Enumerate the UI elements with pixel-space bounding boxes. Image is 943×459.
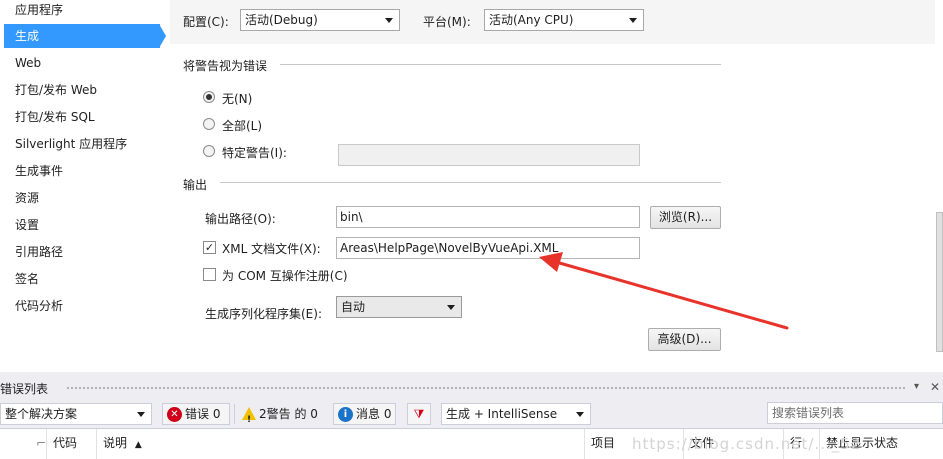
toolbar-separator (234, 404, 235, 424)
warnings-count-label: 2警告 的 0 (259, 407, 318, 421)
errors-filter-button[interactable]: ✕ 错误 0 (162, 403, 230, 425)
info-icon: i (338, 407, 353, 422)
errors-count-label: 错误 0 (185, 407, 221, 421)
column-code[interactable]: 代码 (46, 429, 96, 459)
column-icon[interactable] (0, 429, 30, 459)
chevron-down-icon (137, 412, 145, 417)
scope-dropdown[interactable]: 整个解决方案 (0, 403, 152, 425)
error-icon: ✕ (167, 407, 182, 422)
watermark-text: https://blog.csdn.net/..._52 (632, 435, 862, 453)
chevron-down-icon (576, 412, 584, 417)
error-list-title: 错误列表 (0, 382, 49, 396)
column-description[interactable]: 说明 ▲ (96, 429, 584, 459)
build-filter-value: 生成 + IntelliSense (446, 407, 558, 421)
titlebar-grip (66, 386, 906, 390)
sort-ascending-icon: ▲ (134, 440, 142, 450)
error-list-panel: 错误列表 ▾ ✕ 整个解决方案 ✕ 错误 0 ! 2警告 的 0 i 消息 0 … (0, 372, 943, 459)
messages-count-label: 消息 0 (356, 407, 392, 421)
column-grip-icon: ⌐ (36, 436, 47, 450)
arrow-shaft (554, 260, 789, 330)
build-filter-dropdown[interactable]: 生成 + IntelliSense (441, 403, 591, 425)
clear-filter-icon[interactable]: ⧩ (407, 403, 431, 425)
messages-filter-button[interactable]: i 消息 0 (333, 403, 396, 425)
warnings-filter-button[interactable]: ! 2警告 的 0 (236, 403, 328, 425)
error-list-titlebar: 错误列表 ▾ ✕ (0, 372, 943, 402)
warning-icon: ! (242, 407, 256, 425)
error-search-input[interactable]: 搜索错误列表 (767, 402, 943, 424)
column-description-label: 说明 (103, 436, 128, 450)
pin-icon[interactable]: ▾ (914, 382, 924, 392)
scope-value: 整个解决方案 (5, 407, 78, 421)
error-list-header: ⌐ 代码 说明 ▲ 项目 文件 行 禁止显示状态 https://blog.cs… (0, 428, 943, 459)
close-icon[interactable]: ✕ (930, 380, 940, 394)
arrow-head (539, 252, 563, 272)
